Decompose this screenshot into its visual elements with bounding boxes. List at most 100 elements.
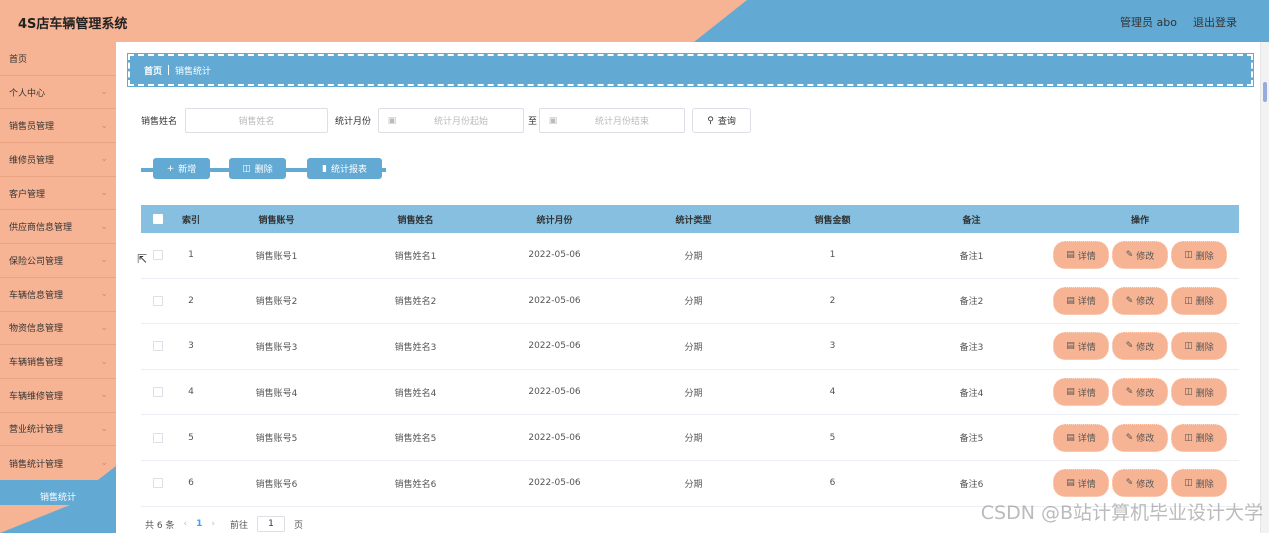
pager-goto-input[interactable]: 1 — [256, 516, 285, 532]
sidebar-item[interactable]: 车辆维修管理 ⌄ — [0, 379, 116, 413]
cell-index: 6 — [188, 478, 194, 489]
row-delete-button[interactable]: ◫ 删除 — [1171, 378, 1227, 407]
row-checkbox[interactable] — [153, 432, 163, 443]
cell-note: 备注1 — [959, 251, 984, 262]
admin-user-label[interactable]: 管理员 abo — [1120, 14, 1177, 30]
delete-button[interactable]: ◫ 删除 — [229, 158, 286, 179]
detail-button[interactable]: ▤ 详情 — [1053, 423, 1109, 452]
cell-index: 2 — [188, 295, 194, 306]
table-row: 4 销售账号4 销售姓名4 2022-05-06 分期 4 备注4 ▤ 详情 ✎ 修改 ◫ 删除 — [141, 370, 1239, 416]
trash-icon: ◫ — [1184, 341, 1193, 352]
cell-account: 销售账号1 — [255, 251, 298, 262]
breadcrumb-current: 销售统计 — [175, 66, 212, 77]
sidebar-item[interactable]: 供应商信息管理 ⌄ — [0, 210, 116, 245]
sidebar-item[interactable]: 首页 — [0, 42, 116, 76]
table-row: 5 销售账号5 销售姓名5 2022-05-06 分期 5 备注5 ▤ 详情 ✎ 修改 ◫ 删除 — [141, 415, 1239, 461]
chevron-down-icon: ⌄ — [100, 458, 108, 469]
report-button[interactable]: ▮ 统计报表 — [307, 158, 382, 179]
pager-current-page[interactable]: 1 — [196, 519, 202, 529]
query-button[interactable]: ⚲ 查询 — [692, 108, 752, 133]
detail-button[interactable]: ▤ 详情 — [1053, 378, 1109, 407]
sidebar-item-label: 车辆销售管理 — [9, 358, 64, 369]
edit-button[interactable]: ✎ 修改 — [1112, 332, 1168, 361]
detail-button[interactable]: ▤ 详情 — [1053, 286, 1109, 315]
cell-amount: 5 — [829, 432, 836, 443]
select-all-checkbox[interactable] — [153, 214, 163, 224]
row-delete-button[interactable]: ◫ 删除 — [1171, 423, 1227, 452]
chevron-down-icon: ⌄ — [100, 322, 108, 333]
chevron-down-icon: ⌄ — [100, 221, 108, 232]
edit-button[interactable]: ✎ 修改 — [1112, 241, 1168, 270]
sidebar-item-label: 物资信息管理 — [9, 324, 64, 335]
search-form: 销售姓名 销售姓名 统计月份 ▣ 统计月份起始 至 ▣ 统计月份结束 ⚲ 查询 — [141, 108, 752, 133]
trash-icon: ◫ — [1184, 432, 1193, 443]
detail-button[interactable]: ▤ 详情 — [1053, 332, 1109, 361]
document-icon: ▤ — [1066, 478, 1075, 489]
sidebar-item[interactable]: 车辆信息管理 ⌄ — [0, 278, 116, 312]
row-checkbox[interactable] — [153, 295, 163, 306]
row-delete-button[interactable]: ◫ 删除 — [1171, 241, 1227, 270]
sidebar-item[interactable]: 营业统计管理 ⌄ — [0, 413, 116, 447]
pagination: 共 6 条 ‹ 1 › 前往 1 页 — [145, 516, 303, 532]
row-delete-button-label: 删除 — [1195, 251, 1214, 262]
name-label: 销售姓名 — [141, 117, 178, 127]
sidebar-item[interactable]: 个人中心 ⌄ — [0, 76, 116, 110]
edit-button[interactable]: ✎ 修改 — [1112, 423, 1168, 452]
cell-account: 销售账号5 — [255, 434, 298, 445]
next-page-icon[interactable]: › — [211, 519, 215, 529]
sidebar-item[interactable]: 保险公司管理 ⌄ — [0, 244, 116, 278]
month-end-picker[interactable]: ▣ 统计月份结束 — [539, 108, 686, 133]
trash-icon: ◫ — [1184, 478, 1193, 489]
range-to-label: 至 — [528, 117, 538, 127]
breadcrumb-home[interactable]: 首页 — [144, 64, 162, 77]
pager-unit-label: 页 — [293, 520, 303, 531]
sidebar-item[interactable]: 车辆销售管理 ⌄ — [0, 345, 116, 379]
month-start-picker[interactable]: ▣ 统计月份起始 — [378, 108, 525, 133]
sidebar-item[interactable]: 销售统计管理 ⌄ — [0, 446, 116, 480]
header-account: 销售账号 — [258, 215, 295, 226]
cell-name: 销售姓名2 — [394, 297, 437, 308]
sidebar-item[interactable]: 客户管理 ⌄ — [0, 177, 116, 211]
cell-note: 备注2 — [959, 297, 984, 308]
header-ops: 操作 — [1130, 215, 1149, 226]
sidebar-item-label: 个人中心 — [9, 88, 46, 99]
row-checkbox[interactable] — [153, 387, 163, 398]
cell-month: 2022-05-06 — [528, 432, 581, 443]
row-delete-button[interactable]: ◫ 删除 — [1171, 469, 1227, 498]
cell-name: 销售姓名6 — [394, 479, 437, 490]
add-button[interactable]: + 新增 — [153, 158, 210, 179]
cell-month: 2022-05-06 — [528, 341, 581, 352]
row-checkbox[interactable] — [153, 478, 163, 489]
app-title: 4S店车辆管理系统 — [18, 17, 128, 32]
edit-button[interactable]: ✎ 修改 — [1112, 286, 1168, 315]
sidebar-item[interactable]: 维修员管理 ⌄ — [0, 143, 116, 177]
chevron-down-icon: ⌄ — [100, 87, 108, 98]
header-amount: 销售金额 — [814, 215, 851, 226]
prev-page-icon[interactable]: ‹ — [183, 519, 187, 529]
action-toolbar: + 新增 ◫ 删除 ▮ 统计报表 — [141, 156, 391, 182]
row-delete-button[interactable]: ◫ 删除 — [1171, 332, 1227, 361]
header-note: 备注 — [962, 215, 981, 226]
scrollbar-thumb[interactable] — [1263, 82, 1267, 102]
edit-button-label: 修改 — [1136, 342, 1155, 353]
row-checkbox[interactable] — [153, 250, 163, 261]
cell-index: 3 — [188, 341, 194, 352]
page-scrollbar[interactable] — [1260, 42, 1269, 533]
trash-icon: ◫ — [242, 163, 251, 174]
detail-button[interactable]: ▤ 详情 — [1053, 469, 1109, 498]
row-checkbox[interactable] — [153, 341, 163, 352]
cell-name: 销售姓名1 — [394, 251, 437, 262]
pencil-icon: ✎ — [1125, 341, 1134, 352]
detail-button-label: 详情 — [1077, 297, 1096, 308]
sales-name-input[interactable]: 销售姓名 — [185, 108, 329, 133]
row-delete-button-label: 删除 — [1195, 434, 1214, 445]
sidebar-item[interactable]: 销售员管理 ⌄ — [0, 109, 116, 144]
table-row: 3 销售账号3 销售姓名3 2022-05-06 分期 3 备注3 ▤ 详情 ✎ 修改 ◫ 删除 — [141, 324, 1239, 370]
logout-link[interactable]: 退出登录 — [1193, 14, 1237, 30]
edit-button[interactable]: ✎ 修改 — [1112, 378, 1168, 407]
edit-button[interactable]: ✎ 修改 — [1112, 469, 1168, 498]
pencil-icon: ✎ — [1125, 387, 1134, 398]
sidebar-item[interactable]: 物资信息管理 ⌄ — [0, 312, 116, 346]
row-delete-button[interactable]: ◫ 删除 — [1171, 286, 1227, 315]
detail-button[interactable]: ▤ 详情 — [1053, 241, 1109, 270]
